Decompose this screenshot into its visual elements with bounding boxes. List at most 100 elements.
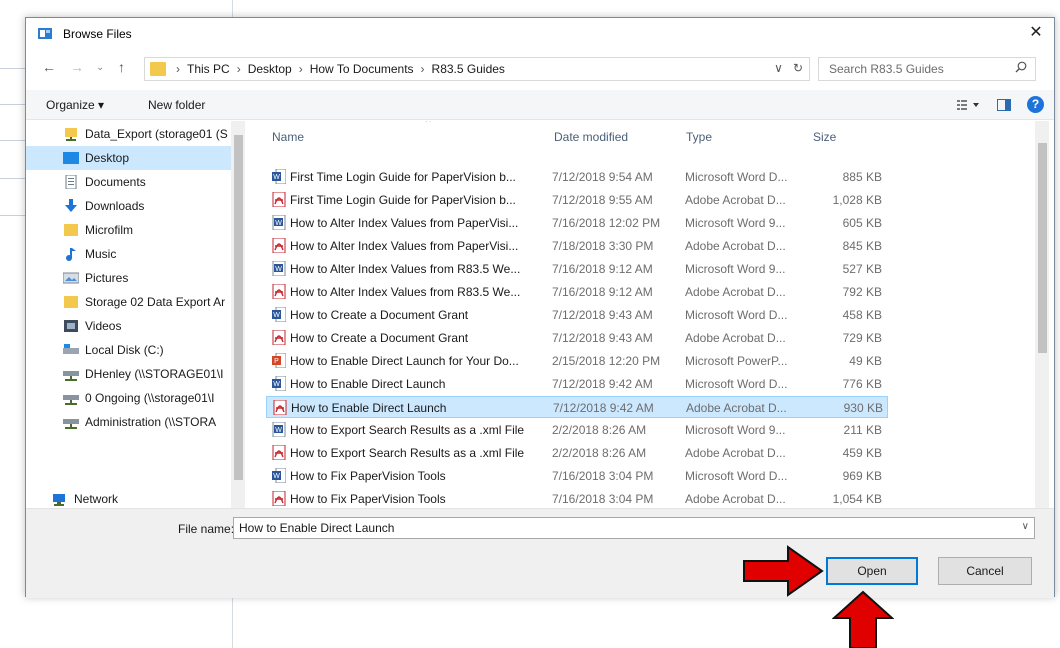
file-row[interactable]: W How to Enable Direct Launch 7/12/2018 9:… [266,373,888,395]
file-name: How to Enable Direct Launch [291,401,447,415]
file-row[interactable]: First Time Login Guide for PaperVision b… [266,189,888,211]
file-name: How to Fix PaperVision Tools [290,492,446,506]
file-date-modified: 7/12/2018 9:42 AM [552,377,653,391]
file-row[interactable]: How to Enable Direct Launch 7/12/2018 9:4… [266,396,888,418]
title-bar[interactable]: Browse Files ✕ [26,18,1054,50]
help-icon[interactable]: ? [1027,96,1044,113]
breadcrumb-desktop[interactable]: Desktop [248,62,292,76]
breadcrumb-how-to-documents[interactable]: How To Documents [310,62,414,76]
nav-item-label: Local Disk (C:) [85,343,164,357]
breadcrumb-this-pc[interactable]: This PC [187,62,230,76]
word-icon: W [272,307,286,322]
word97-icon: W [272,215,286,230]
file-row[interactable]: How to Alter Index Values from R83.5 We.… [266,281,888,303]
file-row[interactable]: W How to Export Search Results as a .xml … [266,419,888,441]
nav-item-local-disk[interactable]: Local Disk (C:) [26,338,231,362]
file-row[interactable]: W First Time Login Guide for PaperVision … [266,166,888,188]
nav-item-label: DHenley (\\STORAGE01\I [85,367,224,381]
organize-button[interactable]: Organize ▾ [46,98,104,112]
file-name-dropdown-chevron-icon[interactable]: ∨ [1022,521,1029,532]
file-row[interactable]: P How to Enable Direct Launch for Your Do… [266,350,888,372]
breadcrumb-r83-5-guides[interactable]: R83.5 Guides [432,62,505,76]
background-divider [0,68,26,69]
file-date-modified: 2/15/2018 12:20 PM [552,354,661,368]
file-type: Adobe Acrobat D... [685,193,786,207]
open-button[interactable]: Open [826,557,918,585]
breadcrumb-separator-icon: › [236,62,241,76]
browse-files-dialog: Browse Files ✕ ← → ⌄ ↑ › This PC › Deskt… [25,17,1055,598]
network-drive-icon [63,419,79,429]
address-dropdown-chevron-icon[interactable]: ∨ [774,61,783,75]
preview-pane-icon[interactable] [997,98,1011,111]
close-button[interactable]: ✕ [1026,23,1046,43]
forward-arrow-icon[interactable]: → [70,59,84,75]
nav-item-dhenley[interactable]: DHenley (\\STORAGE01\I [26,362,231,386]
back-arrow-icon[interactable]: ← [42,59,56,75]
recent-locations-chevron-icon[interactable]: ⌄ [96,62,104,73]
search-box[interactable]: Search R83.5 Guides [818,57,1036,81]
nav-item-data-export[interactable]: Data_Export (storage01 (S [26,122,231,146]
file-date-modified: 7/16/2018 12:02 PM [552,216,661,230]
right-pointing-annotation-arrow-icon [743,545,824,597]
new-folder-button[interactable]: New folder [148,98,205,112]
address-bar[interactable]: › This PC › Desktop › How To Documents ›… [144,57,810,81]
column-header-size[interactable]: Size [813,130,836,144]
pdf-icon [272,491,286,506]
nav-item-desktop[interactable]: Desktop [26,146,231,170]
word-icon: W [272,376,286,391]
column-header-date-modified[interactable]: Date modified [554,130,628,144]
nav-item-pictures[interactable]: Pictures [26,266,231,290]
nav-item-videos[interactable]: Videos [26,314,231,338]
file-name: How to Create a Document Grant [290,331,469,345]
view-options-icon[interactable] [957,99,981,111]
file-type: Adobe Acrobat D... [685,492,786,506]
file-name-input[interactable]: How to Enable Direct Launch ∨ [233,517,1035,539]
nav-item-microfilm[interactable]: Microfilm [26,218,231,242]
up-arrow-icon[interactable]: ↑ [118,59,125,75]
file-name: How to Alter Index Values from PaperVisi… [290,216,519,230]
file-row[interactable]: How to Alter Index Values from PaperVisi… [266,235,888,257]
nav-item-documents[interactable]: Documents [26,170,231,194]
file-row[interactable]: How to Export Search Results as a .xml F… [266,442,888,464]
nav-item-0-ongoing[interactable]: 0 Ongoing (\\storage01\I [26,386,231,410]
file-list-scrollbar[interactable] [1035,121,1049,508]
nav-item-network[interactable]: Network [26,487,231,508]
file-type: Microsoft Word 9... [685,262,786,276]
nav-scrollbar-thumb[interactable] [234,135,243,480]
svg-text:W: W [273,312,280,319]
file-row[interactable]: W How to Alter Index Values from PaperVis… [266,212,888,234]
nav-item-storage-02[interactable]: Storage 02 Data Export Ar [26,290,231,314]
word-icon: W [272,468,286,483]
word97-icon: W [272,422,286,437]
file-name: First Time Login Guide for PaperVision b… [290,193,516,207]
column-header-name[interactable]: Name [272,130,304,144]
file-explorer-icon [38,28,52,39]
file-size: 845 KB [842,239,882,253]
background-divider [0,178,26,179]
nav-scrollbar[interactable] [231,121,245,508]
nav-item-downloads[interactable]: Downloads [26,194,231,218]
file-row[interactable]: How to Create a Document Grant 7/12/2018 … [266,327,888,349]
file-type: Adobe Acrobat D... [685,239,786,253]
file-type: Microsoft Word D... [685,308,788,322]
videos-icon [64,320,78,332]
file-row[interactable]: How to Fix PaperVision Tools 7/16/2018 3:… [266,488,888,508]
breadcrumb-separator-icon: › [420,62,425,76]
up-pointing-annotation-arrow-icon [832,590,894,648]
pdf-icon [272,445,286,460]
nav-item-music[interactable]: Music [26,242,231,266]
nav-item-administration[interactable]: Administration (\\STORA [26,410,231,434]
svg-text:W: W [273,381,280,388]
column-header-type[interactable]: Type [686,130,712,144]
refresh-icon[interactable]: ↻ [793,61,803,75]
file-name: How to Alter Index Values from R83.5 We.… [290,285,521,299]
file-date-modified: 7/16/2018 3:04 PM [552,469,654,483]
file-name: First Time Login Guide for PaperVision b… [290,170,516,184]
file-list-scrollbar-thumb[interactable] [1038,143,1047,353]
cancel-button[interactable]: Cancel [938,557,1032,585]
file-row[interactable]: W How to Create a Document Grant 7/12/2018… [266,304,888,326]
svg-text:P: P [274,358,279,365]
file-row[interactable]: W How to Fix PaperVision Tools 7/16/2018 3… [266,465,888,487]
file-row[interactable]: W How to Alter Index Values from R83.5 We… [266,258,888,280]
nav-item-label: Videos [85,319,122,333]
